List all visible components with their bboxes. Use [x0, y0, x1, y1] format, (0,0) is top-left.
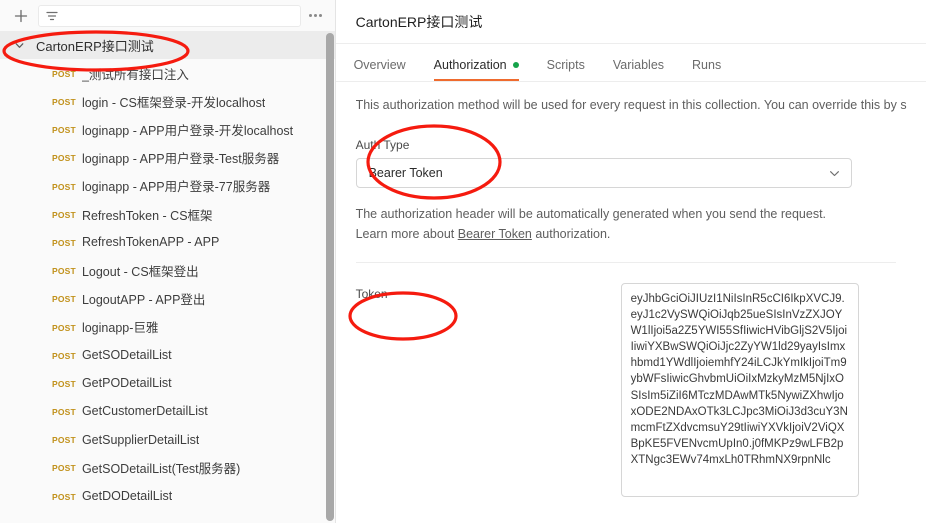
- auth-type-select[interactable]: Bearer Token: [355, 158, 852, 188]
- request-item[interactable]: POST RefreshToken - CS框架: [0, 200, 335, 228]
- request-method: POST: [52, 491, 76, 502]
- request-name: RefreshToken - CS框架: [81, 208, 213, 223]
- main-header: CartonERP接口测试: [335, 0, 926, 44]
- sidebar: CartonERP接口测试 POST _测试所有接口注入 POST login - C…: [0, 0, 336, 523]
- request-method: POST: [52, 266, 76, 277]
- tab-scripts[interactable]: Scripts: [547, 58, 585, 81]
- request-name: GetCustomerDetailList: [81, 404, 208, 419]
- request-method: POST: [52, 435, 76, 446]
- request-item[interactable]: POST loginapp - APP用户登录-开发localhost: [0, 115, 335, 143]
- request-item[interactable]: POST RefreshTokenAPP - APP: [0, 228, 335, 256]
- tab-overview[interactable]: Overview: [354, 58, 406, 81]
- page-title: CartonERP接口测试: [355, 13, 483, 30]
- tab-label: Authorization: [433, 58, 507, 72]
- request-name: loginapp - APP用户登录-开发localhost: [81, 123, 294, 138]
- tab-authorization[interactable]: Authorization: [433, 58, 519, 81]
- request-method: POST: [52, 125, 76, 136]
- token-label: Token: [355, 287, 388, 301]
- tab-status-dot-icon: [512, 62, 519, 68]
- collection-row-cartonerp[interactable]: CartonERP接口测试: [0, 31, 335, 59]
- tab-label: Scripts: [546, 58, 585, 72]
- request-item[interactable]: POST GetSupplierDetailList: [0, 425, 335, 453]
- auth-helper-prefix: Learn more about: [355, 227, 458, 241]
- request-item[interactable]: POST GetCustomerDetailList: [0, 397, 335, 425]
- request-method: POST: [52, 68, 76, 79]
- request-method: POST: [52, 322, 76, 333]
- tab-label: Overview: [353, 58, 406, 72]
- auth-helper-line-2: Learn more about Bearer Token authorizat…: [356, 224, 926, 244]
- request-method: POST: [52, 378, 76, 389]
- ellipsis-icon[interactable]: [303, 5, 329, 27]
- request-item[interactable]: POST GetSODetailList(Test服务器): [0, 454, 335, 482]
- auth-helper-text: The authorization header will be automat…: [356, 204, 926, 244]
- token-row: Token: [356, 283, 926, 497]
- auth-type-value: Bearer Token: [368, 166, 443, 180]
- request-name: GetSODetailList(Test服务器): [81, 462, 241, 477]
- dot: [319, 14, 323, 17]
- tab-variables[interactable]: Variables: [613, 58, 664, 81]
- chevron-down-icon: [828, 167, 841, 180]
- request-item[interactable]: POST login - CS框架登录-开发localhost: [0, 87, 335, 115]
- authorization-content: This authorization method will be used f…: [336, 82, 926, 497]
- dot: [314, 14, 318, 17]
- request-method: POST: [52, 237, 76, 248]
- token-input[interactable]: [620, 283, 859, 497]
- search-box[interactable]: [38, 4, 301, 27]
- request-name: GetSupplierDetailList: [81, 432, 200, 447]
- request-list: POST _测试所有接口注入 POST login - CS框架登录-开发localh…: [0, 59, 335, 510]
- auth-helper-line-1: The authorization header will be automat…: [355, 207, 827, 221]
- request-method: POST: [52, 97, 76, 108]
- tab-label: Runs: [692, 58, 722, 72]
- request-name: RefreshTokenAPP - APP: [81, 235, 220, 250]
- filter-icon: [45, 9, 59, 23]
- auth-type-label: Auth Type: [355, 138, 410, 152]
- collection-name: CartonERP接口测试: [36, 38, 154, 54]
- request-name: LogoutAPP - APP登出: [81, 293, 206, 308]
- request-name: login - CS框架登录-开发localhost: [81, 95, 266, 110]
- request-item[interactable]: POST GetPODetailList: [0, 369, 335, 397]
- request-name: loginapp - APP用户登录-77服务器: [81, 180, 271, 195]
- dot: [309, 14, 313, 17]
- request-method: POST: [52, 209, 76, 220]
- collection-list: CartonERP接口测试 POST _测试所有接口注入 POST login - C…: [0, 31, 335, 523]
- request-name: GetSODetailList: [81, 347, 172, 362]
- chevron-down-icon[interactable]: [12, 38, 26, 52]
- request-item[interactable]: POST _测试所有接口注入: [0, 59, 335, 87]
- request-name: _测试所有接口注入: [81, 67, 189, 82]
- sidebar-scrollbar-thumb[interactable]: [325, 33, 334, 521]
- postman-collection-authorization-screen: CartonERP接口测试 POST _测试所有接口注入 POST login - C…: [0, 0, 926, 523]
- tab-label: Variables: [612, 58, 665, 72]
- auth-helper-suffix: authorization.: [531, 227, 611, 241]
- request-method: POST: [52, 350, 76, 361]
- request-name: loginapp - APP用户登录-Test服务器: [81, 152, 280, 167]
- request-item[interactable]: POST loginapp - APP用户登录-Test服务器: [0, 144, 335, 172]
- request-item[interactable]: POST LogoutAPP - APP登出: [0, 285, 335, 313]
- request-method: POST: [52, 407, 76, 418]
- main-panel: CartonERP接口测试 Overview Authorization Scrip…: [335, 0, 926, 523]
- request-name: Logout - CS框架登出: [81, 264, 199, 279]
- request-item[interactable]: POST GetDODetailList: [0, 482, 335, 510]
- request-item[interactable]: POST loginapp-巨雅: [0, 313, 335, 341]
- authorization-description: This authorization method will be used f…: [355, 98, 907, 112]
- request-name: GetDODetailList: [81, 488, 173, 503]
- search-input[interactable]: [65, 6, 294, 25]
- sidebar-toolbar: [0, 0, 335, 31]
- request-item[interactable]: POST loginapp - APP用户登录-77服务器: [0, 172, 335, 200]
- request-method: POST: [52, 153, 76, 164]
- request-method: POST: [52, 294, 76, 305]
- section-divider: [355, 262, 896, 263]
- request-name: GetPODetailList: [81, 376, 172, 391]
- plus-icon[interactable]: [10, 5, 32, 27]
- bearer-token-link[interactable]: Bearer Token: [458, 227, 532, 241]
- sidebar-scrollbar[interactable]: [325, 31, 334, 523]
- request-item[interactable]: POST Logout - CS框架登出: [0, 256, 335, 284]
- request-item[interactable]: POST GetSODetailList: [0, 341, 335, 369]
- tab-runs[interactable]: Runs: [692, 58, 721, 81]
- request-name: loginapp-巨雅: [81, 321, 159, 336]
- request-method: POST: [52, 463, 76, 474]
- request-method: POST: [52, 181, 76, 192]
- tab-bar: Overview Authorization Scripts Variables Run…: [335, 44, 926, 82]
